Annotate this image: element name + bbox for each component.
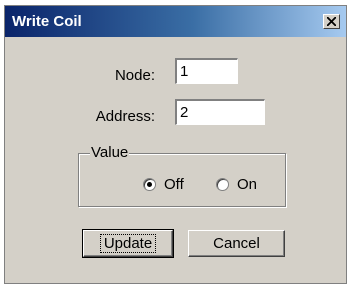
window-title: Write Coil bbox=[12, 13, 82, 30]
radio-selected-dot bbox=[147, 182, 152, 187]
node-field[interactable] bbox=[175, 58, 238, 84]
on-radio[interactable] bbox=[216, 178, 229, 191]
address-input[interactable] bbox=[177, 101, 264, 124]
update-button-label: Update bbox=[99, 234, 157, 253]
node-label: Node: bbox=[114, 67, 155, 84]
on-radio-label[interactable]: On bbox=[237, 176, 257, 193]
address-label: Address: bbox=[95, 108, 155, 125]
title-bar[interactable]: Write Coil bbox=[5, 6, 346, 37]
update-button[interactable]: Update bbox=[82, 229, 174, 258]
write-coil-dialog: Write Coil Node: Address: Value Off On U… bbox=[4, 5, 347, 284]
cancel-button[interactable]: Cancel bbox=[188, 230, 285, 257]
node-input[interactable] bbox=[177, 60, 237, 83]
close-icon bbox=[327, 17, 336, 26]
close-button[interactable] bbox=[323, 14, 340, 29]
address-field[interactable] bbox=[175, 99, 265, 125]
off-radio[interactable] bbox=[143, 178, 156, 191]
cancel-button-label: Cancel bbox=[213, 235, 260, 252]
value-group-label: Value bbox=[90, 144, 130, 161]
off-radio-label[interactable]: Off bbox=[164, 176, 184, 193]
